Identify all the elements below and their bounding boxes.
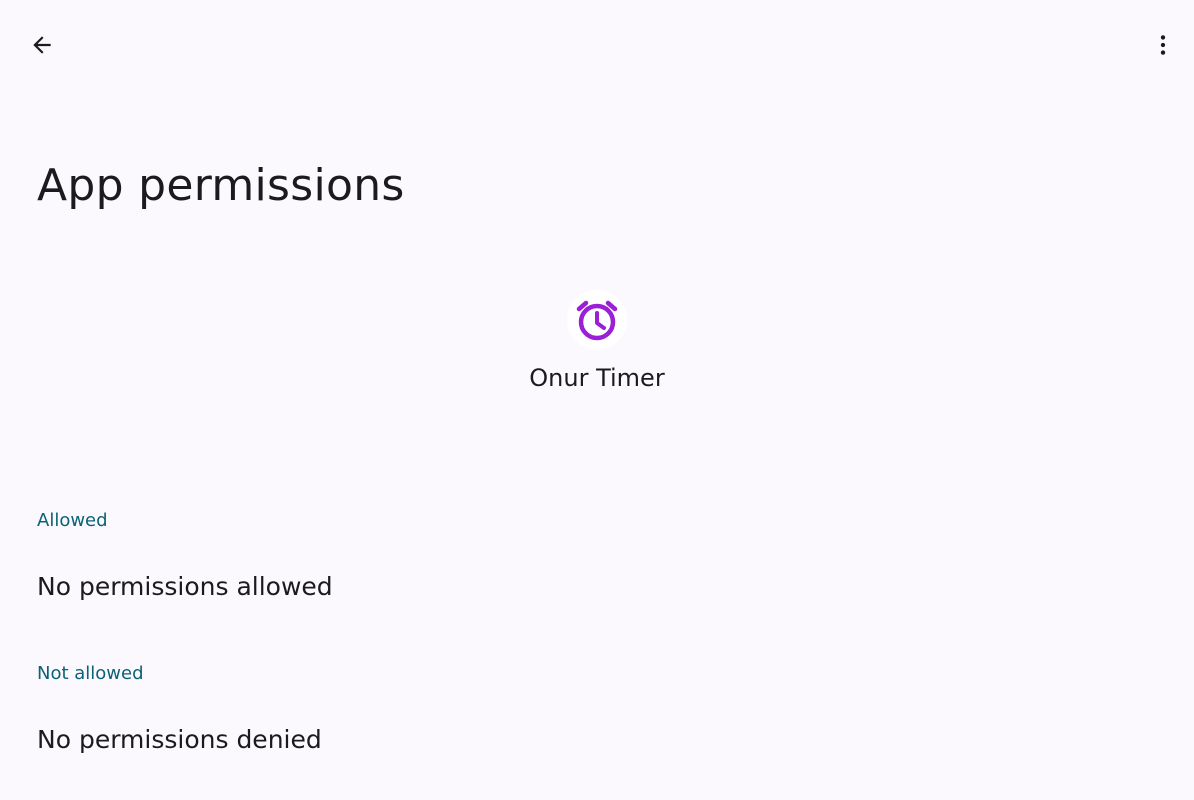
not-allowed-empty-text: No permissions denied — [37, 725, 322, 754]
arrow-back-icon — [33, 36, 51, 54]
page-title: App permissions — [37, 160, 405, 211]
app-name: Onur Timer — [529, 364, 665, 392]
app-icon — [567, 290, 627, 350]
not-allowed-section-header: Not allowed — [37, 663, 144, 684]
top-app-bar — [0, 0, 1194, 90]
allowed-empty-text: No permissions allowed — [37, 572, 333, 601]
more-options-button[interactable] — [1139, 21, 1187, 69]
back-button[interactable] — [18, 21, 66, 69]
app-header: Onur Timer — [0, 290, 1194, 393]
alarm-clock-icon — [576, 300, 618, 341]
more-vert-icon — [1160, 35, 1166, 55]
allowed-section-header: Allowed — [37, 510, 108, 531]
